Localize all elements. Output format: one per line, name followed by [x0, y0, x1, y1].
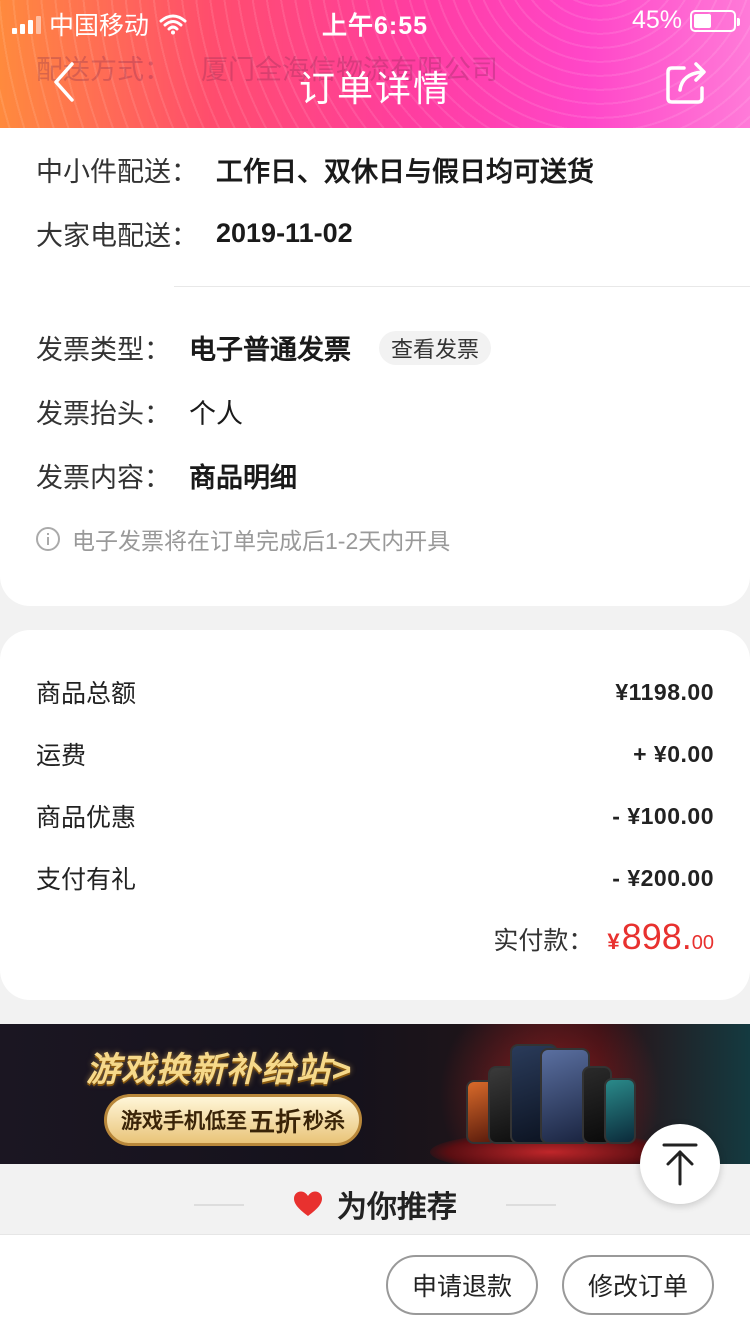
summary-label: 支付有礼: [36, 866, 137, 894]
recommend-section: 为你推荐: [0, 1164, 750, 1234]
banner-pill: 游戏手机低至 五折 秒杀: [104, 1094, 363, 1146]
promo-banner[interactable]: 游戏换新补给站> 游戏手机低至 五折 秒杀: [0, 1024, 750, 1164]
apply-refund-button[interactable]: 申请退款: [386, 1255, 538, 1315]
divider: [174, 286, 750, 287]
invoice-notice: 电子发票将在订单完成后1-2天内开具: [36, 522, 450, 556]
summary-label: 运费: [36, 742, 87, 770]
nav-bar: 订单详情: [0, 40, 750, 128]
summary-amount: - ¥200.00: [612, 864, 714, 891]
battery-percent: 45%: [631, 6, 682, 34]
invoice-type-row: 发票类型： 电子普通发票 查看发票: [36, 328, 492, 367]
small-item-delivery-value: 工作日、双休日与假日均可送货: [216, 157, 594, 187]
paid-decimal: 00: [691, 932, 714, 954]
summary-amount: - ¥100.00: [612, 802, 714, 829]
large-appliance-delivery-value: 2019-11-02: [216, 218, 353, 248]
small-item-delivery-row: 中小件配送： 工作日、双休日与假日均可送货: [36, 150, 594, 189]
invoice-type-value: 电子普通发票: [189, 335, 351, 365]
header: 中国移动 上午6:55 45% 配送方式： 厦门全海信物流有限公司 订单详情: [0, 0, 750, 128]
heart-icon: [294, 1191, 322, 1216]
paid-integer: 898.: [621, 916, 692, 957]
invoice-content-value: 商品明细: [189, 463, 297, 493]
summary-row: 支付有礼 - ¥200.00: [36, 860, 714, 896]
summary-row: 商品总额 ¥1198.00: [36, 674, 714, 710]
page-title: 订单详情: [298, 68, 451, 109]
modify-order-button[interactable]: 修改订单: [562, 1255, 714, 1315]
order-detail-page: 中国移动 上午6:55 45% 配送方式： 厦门全海信物流有限公司 订单详情 中…: [0, 0, 750, 1334]
battery-icon: [690, 9, 740, 32]
delivery-invoice-card: 中小件配送： 工作日、双休日与假日均可送货 大家电配送： 2019-11-02 …: [0, 128, 750, 606]
paid-amount: 实付款： ¥ 898. 00: [493, 916, 714, 958]
banner-title: 游戏换新补给站>: [86, 1051, 352, 1089]
share-button[interactable]: [664, 60, 710, 106]
summary-row: 商品优惠 - ¥100.00: [36, 798, 714, 834]
arrow-up-icon: [662, 1143, 698, 1186]
status-bar: 中国移动 上午6:55 45%: [0, 0, 750, 40]
paid-label: 实付款：: [493, 927, 594, 955]
invoice-title-row: 发票抬头： 个人: [36, 392, 243, 431]
summary-amount: ¥1198.00: [615, 678, 714, 705]
phones-image: [462, 1034, 642, 1164]
invoice-content-row: 发票内容： 商品明细: [36, 456, 297, 495]
share-icon: [666, 62, 706, 104]
battery-fill: [694, 13, 712, 28]
recommend-title: 为你推荐: [0, 1182, 750, 1226]
summary-label: 商品优惠: [36, 804, 137, 832]
invoice-title-value: 个人: [189, 399, 243, 429]
bottom-action-bar: 申请退款 修改订单: [0, 1234, 750, 1334]
paid-currency: ¥: [607, 929, 620, 954]
price-summary-card: 商品总额 ¥1198.00 运费 + ¥0.00 商品优惠 - ¥100.00 支付有礼 - …: [0, 630, 750, 1000]
summary-label: 商品总额: [36, 680, 137, 708]
large-appliance-delivery-row: 大家电配送： 2019-11-02: [36, 218, 353, 251]
summary-amount: + ¥0.00: [633, 740, 714, 767]
info-icon: [36, 527, 60, 551]
summary-row: 运费 + ¥0.00: [36, 736, 714, 772]
view-invoice-button[interactable]: 查看发票: [379, 330, 492, 365]
back-to-top-button[interactable]: [640, 1124, 720, 1204]
